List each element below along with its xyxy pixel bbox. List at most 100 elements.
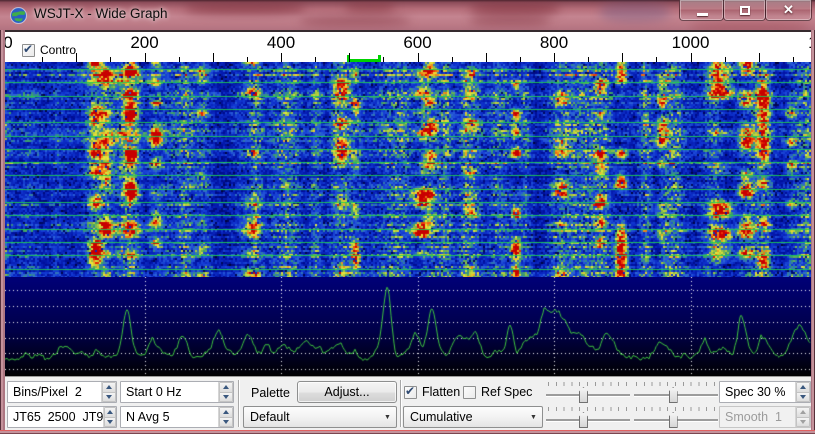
scale-label-800: 800	[540, 33, 568, 53]
down-arrow-icon	[107, 420, 113, 424]
glass-blob	[470, 16, 550, 25]
scale-tick	[691, 53, 692, 62]
spin-up-button	[796, 407, 810, 418]
scale-tick	[349, 53, 350, 62]
slider-ticks	[636, 382, 716, 386]
close-icon: ✕	[766, 2, 811, 18]
scale-tick	[213, 53, 214, 62]
ref-spec-checkbox-box[interactable]: ✔	[463, 386, 476, 399]
slider-thumb[interactable]	[579, 387, 588, 403]
spin-up-button[interactable]	[219, 382, 233, 393]
scale-label-1000: 1000	[672, 33, 710, 53]
spin-down-button[interactable]	[104, 418, 116, 428]
waterfall-zero-slider[interactable]	[634, 381, 718, 403]
waterfall-gain-slider[interactable]	[546, 381, 630, 403]
scale-tick	[622, 53, 623, 62]
spin-arrows	[795, 407, 810, 427]
separator	[238, 380, 240, 427]
slider-ticks	[636, 407, 716, 411]
adjust-button[interactable]: Adjust...	[297, 381, 397, 403]
bins-per-pixel-value: Bins/Pixel 2	[8, 385, 101, 399]
start-hz-spinbox[interactable]: Start 0 Hz	[120, 381, 234, 403]
scale-label-200: 200	[130, 33, 158, 53]
titlebar[interactable]: WSJT-X - Wide Graph ✕	[0, 0, 815, 30]
glass-blob	[470, 4, 560, 14]
frequency-scale[interactable]: ✔ Contro 020040060080010001200	[5, 30, 811, 62]
window-border-right	[811, 30, 815, 434]
chevron-down-icon: ▼	[379, 414, 396, 421]
down-arrow-icon	[800, 395, 806, 399]
spin-up-button[interactable]	[219, 407, 233, 418]
up-arrow-icon	[800, 410, 806, 414]
slider-thumb[interactable]	[579, 412, 588, 428]
smooth-spinbox: Smooth 1	[719, 406, 811, 428]
bins-per-pixel-spinbox[interactable]: Bins/Pixel 2	[7, 381, 117, 403]
rx-range-marker	[347, 55, 381, 62]
flatten-checkbox-box[interactable]: ✔	[404, 386, 417, 399]
scale-tick	[554, 53, 555, 62]
spin-down-button	[796, 418, 810, 428]
client-area: ✔ Contro 020040060080010001200 Bins/Pixe…	[5, 30, 811, 430]
minimize-icon	[697, 13, 708, 16]
spin-arrows	[101, 382, 116, 402]
glass-blob	[185, 4, 305, 14]
spin-down-button[interactable]	[219, 393, 233, 403]
spectrum-zero-slider[interactable]	[634, 406, 718, 428]
scale-tick	[418, 53, 419, 62]
up-arrow-icon	[223, 385, 229, 389]
up-arrow-icon	[106, 385, 112, 389]
scale-tick	[281, 53, 282, 62]
controls-checkbox[interactable]: ✔ Contro	[22, 43, 76, 57]
display-mode-combobox[interactable]: Cumulative ▼	[403, 406, 543, 428]
ref-spec-checkbox-label: Ref Spec	[481, 385, 532, 399]
ref-spec-checkbox[interactable]: ✔ Ref Spec	[463, 385, 532, 399]
spec-percent-value: Spec 30 %	[720, 385, 795, 399]
display-mode-value: Cumulative	[404, 410, 525, 424]
scale-label-1200: 1200	[808, 33, 811, 53]
up-arrow-icon	[107, 410, 113, 414]
n-avg-spinbox[interactable]: N Avg 5	[120, 406, 234, 428]
spin-up-button[interactable]	[102, 382, 116, 393]
controls-checkbox-box[interactable]: ✔	[22, 44, 35, 57]
maximize-button[interactable]	[723, 0, 766, 21]
scale-label-0: 0	[5, 33, 13, 53]
scale-tick	[759, 53, 760, 62]
spec-percent-spinbox[interactable]: Spec 30 %	[719, 381, 811, 403]
close-button[interactable]: ✕	[765, 0, 812, 21]
smooth-value: Smooth 1	[720, 410, 795, 424]
flatten-checkbox-label: Flatten	[422, 385, 460, 399]
controls-checkbox-label: Contro	[40, 43, 76, 57]
slider-ticks	[548, 382, 628, 386]
up-arrow-icon	[223, 410, 229, 414]
scale-tick	[486, 53, 487, 62]
spin-down-button[interactable]	[102, 393, 116, 403]
check-icon: ✔	[23, 42, 33, 56]
palette-combobox[interactable]: Default ▼	[243, 406, 397, 428]
waterfall-display[interactable]	[5, 62, 811, 277]
spectrum-gain-slider[interactable]	[546, 406, 630, 428]
down-arrow-icon	[106, 395, 112, 399]
slider-thumb[interactable]	[669, 412, 678, 428]
jt65-jt9-split-value: JT65 2500 JT9	[8, 410, 103, 424]
spin-down-button[interactable]	[219, 418, 233, 428]
slider-thumb[interactable]	[669, 387, 678, 403]
palette-combobox-value: Default	[244, 410, 379, 424]
n-avg-value: N Avg 5	[121, 410, 218, 424]
slider-groove	[546, 419, 630, 421]
app-icon	[10, 7, 27, 24]
slider-groove	[546, 394, 630, 396]
spin-down-button[interactable]	[796, 393, 810, 403]
down-arrow-icon	[800, 420, 806, 424]
flatten-checkbox[interactable]: ✔ Flatten	[404, 385, 460, 399]
minimize-button[interactable]	[679, 0, 724, 21]
glass-blob	[600, 2, 670, 22]
slider-ticks	[548, 407, 628, 411]
spin-up-button[interactable]	[104, 407, 116, 418]
jt65-jt9-split-spinbox[interactable]: JT65 2500 JT9	[7, 406, 117, 428]
controls-panel: Bins/Pixel 2 Start 0 Hz JT65 2500 JT9 N …	[5, 376, 811, 430]
scale-tick	[145, 53, 146, 62]
window-border-bottom	[0, 430, 815, 434]
spin-up-button[interactable]	[796, 382, 810, 393]
wide-graph-window: WSJT-X - Wide Graph ✕ ✔ Contro 020040060…	[0, 0, 815, 434]
scale-tick	[76, 53, 77, 62]
